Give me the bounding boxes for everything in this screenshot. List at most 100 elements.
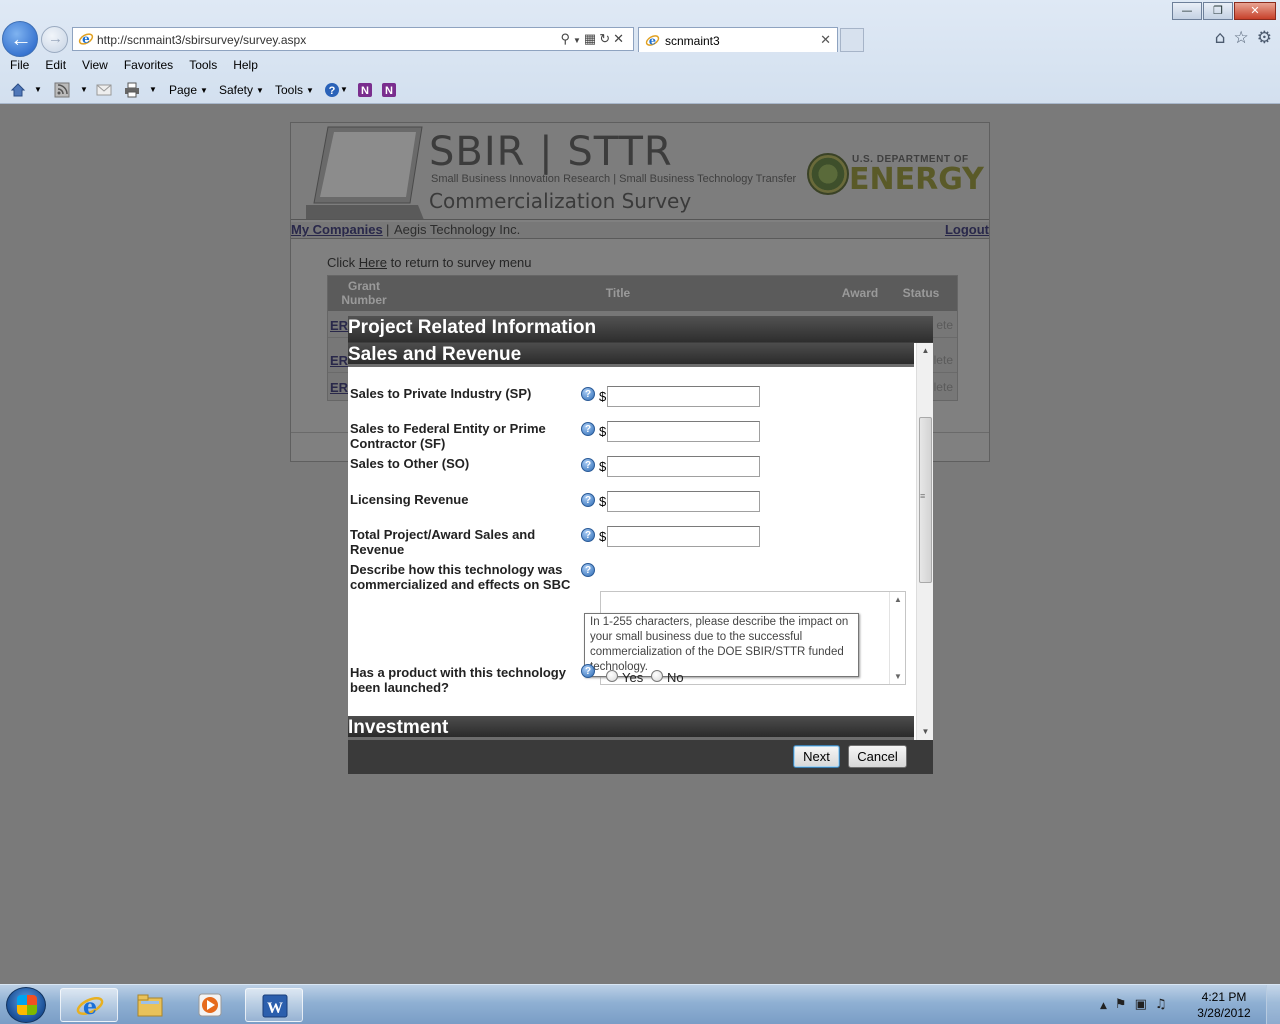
header-title: Title: [605, 286, 631, 300]
help-icon[interactable]: ?: [581, 387, 595, 401]
favorites-star-icon[interactable]: ☆: [1234, 28, 1249, 48]
taskbar-explorer-button[interactable]: [121, 988, 179, 1022]
menu-help[interactable]: Help: [233, 55, 258, 75]
help-tooltip: In 1-255 characters, please describe the…: [584, 613, 859, 677]
menu-edit[interactable]: Edit: [45, 55, 66, 75]
new-tab-button[interactable]: [840, 28, 864, 52]
help-icon[interactable]: ?: [581, 664, 595, 678]
clock-date: 3/28/2012: [1197, 1006, 1251, 1020]
tab-active[interactable]: e scnmaint3 ✕: [638, 27, 838, 52]
menu-bar: File Edit View Favorites Tools Help: [0, 55, 1280, 75]
menu-tools[interactable]: Tools: [189, 55, 217, 75]
print-dropdown-icon[interactable]: ▼: [149, 81, 157, 99]
close-window-button[interactable]: ✕: [1234, 2, 1276, 20]
taskbar: e W ▲⚑▣♫ 4:21 PM 3/28/2012: [0, 984, 1280, 1024]
safety-menu[interactable]: Safety ▼: [219, 81, 264, 100]
onenote-icon[interactable]: N: [357, 82, 373, 98]
taskbar-word-button[interactable]: W: [245, 988, 303, 1022]
feeds-icon[interactable]: [54, 82, 70, 98]
scroll-up-icon[interactable]: ▲: [917, 343, 933, 359]
show-desktop-button[interactable]: [1266, 985, 1280, 1024]
onenote-linked-icon[interactable]: N: [381, 82, 397, 98]
media-player-icon: [198, 993, 222, 1017]
home-icon[interactable]: ⌂: [1215, 28, 1226, 48]
minimize-button[interactable]: —: [1172, 2, 1202, 20]
cancel-button[interactable]: Cancel: [848, 745, 907, 768]
dropdown-icon[interactable]: ▼: [573, 36, 584, 45]
help-icon[interactable]: ?: [581, 422, 595, 436]
back-button[interactable]: ←: [2, 21, 38, 57]
section-investment: Investment: [348, 716, 914, 740]
svg-text:e: e: [82, 32, 90, 46]
volume-icon[interactable]: ♫: [1155, 997, 1175, 1012]
menu-file[interactable]: File: [10, 55, 29, 75]
clock-time: 4:21 PM: [1201, 990, 1247, 1004]
refresh-icon[interactable]: ↻: [599, 31, 613, 46]
status-cell: lete: [933, 353, 953, 367]
print-icon[interactable]: [124, 82, 140, 98]
search-icon[interactable]: ⚲: [560, 31, 573, 46]
textarea-scrollbar[interactable]: ▲ ▼: [889, 592, 905, 684]
home-dropdown-icon[interactable]: ▼: [34, 81, 42, 99]
system-tray: ▲⚑▣♫: [1100, 997, 1175, 1012]
close-tab-icon[interactable]: ✕: [820, 32, 831, 48]
ie-icon: e: [76, 994, 104, 1019]
sales-federal-input[interactable]: [607, 421, 760, 442]
logout-link[interactable]: Logout: [945, 222, 989, 237]
sales-private-input[interactable]: [607, 386, 760, 407]
label-sales-private: Sales to Private Industry (SP): [350, 386, 532, 401]
ie-tab-icon: e: [645, 33, 660, 47]
grant-number-link[interactable]: ER: [330, 318, 348, 333]
label-product-launched: Has a product with this technology been …: [350, 665, 566, 695]
folder-icon: [137, 994, 163, 1017]
action-center-flag-icon[interactable]: ⚑: [1115, 997, 1135, 1012]
tools-menu[interactable]: Tools ▼: [275, 81, 314, 100]
scroll-up-icon[interactable]: ▲: [894, 595, 902, 604]
help-icon[interactable]: ?: [581, 528, 595, 542]
home-icon[interactable]: [10, 82, 26, 98]
my-companies-link[interactable]: My Companies: [291, 222, 383, 237]
forward-button[interactable]: →: [41, 26, 68, 53]
dialog-body: Sales and Revenue Sales to Private Indus…: [348, 343, 933, 740]
taskbar-media-button[interactable]: [181, 988, 239, 1022]
compat-view-icon[interactable]: ▦: [584, 31, 599, 46]
scroll-down-icon[interactable]: ▼: [894, 672, 902, 681]
grant-number-link[interactable]: ER: [330, 380, 348, 395]
scroll-down-icon[interactable]: ▼: [917, 724, 933, 740]
feeds-dropdown-icon[interactable]: ▼: [80, 81, 88, 99]
status-cell: lete: [933, 380, 953, 394]
sales-other-input[interactable]: [607, 456, 760, 477]
currency-symbol: $: [599, 529, 607, 544]
currency-symbol: $: [599, 459, 607, 474]
start-button[interactable]: [6, 987, 46, 1023]
stop-icon[interactable]: ✕: [613, 31, 627, 46]
laptop-image: [306, 126, 424, 219]
dialog-scrollbar[interactable]: ▲ ≡ ▼: [916, 343, 933, 740]
show-hidden-icons-icon[interactable]: ▲: [1100, 1001, 1115, 1011]
grant-number-link[interactable]: ER: [330, 353, 348, 368]
restore-button[interactable]: ❐: [1203, 2, 1233, 20]
address-bar[interactable]: e http://scnmaint3/sbirsurvey/survey.asp…: [72, 27, 634, 51]
next-button[interactable]: Next: [793, 745, 840, 768]
help-icon[interactable]: ?: [324, 82, 340, 98]
page-menu[interactable]: Page ▼: [169, 81, 208, 100]
help-icon[interactable]: ?: [581, 563, 595, 577]
help-dropdown-icon[interactable]: ▼: [340, 81, 348, 99]
taskbar-ie-button[interactable]: e: [60, 988, 118, 1022]
gear-icon[interactable]: ⚙: [1257, 28, 1272, 48]
help-icon[interactable]: ?: [581, 493, 595, 507]
menu-favorites[interactable]: Favorites: [124, 55, 173, 75]
launched-yes-radio[interactable]: [606, 670, 618, 682]
scroll-grip-icon: ≡: [920, 491, 926, 501]
here-link[interactable]: Here: [359, 255, 387, 270]
mail-icon[interactable]: [96, 82, 112, 98]
licensing-revenue-input[interactable]: [607, 491, 760, 512]
address-tools: ⚲▼▦↻✕: [560, 31, 627, 47]
help-icon[interactable]: ?: [581, 458, 595, 472]
total-sales-input[interactable]: [607, 526, 760, 547]
network-icon[interactable]: ▣: [1135, 997, 1155, 1012]
svg-text:W: W: [267, 1000, 283, 1017]
system-clock[interactable]: 4:21 PM 3/28/2012: [1192, 989, 1256, 1021]
menu-view[interactable]: View: [82, 55, 108, 75]
launched-no-radio[interactable]: [651, 670, 663, 682]
